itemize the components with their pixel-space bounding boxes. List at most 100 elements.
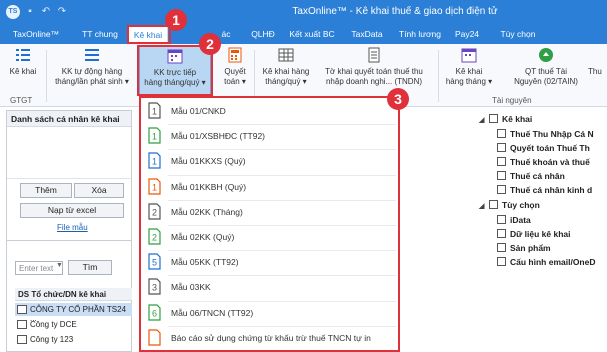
calculator-icon <box>228 47 242 63</box>
list-icon <box>16 49 30 61</box>
checkbox[interactable] <box>497 129 506 138</box>
menu-item-label: Mẫu 02KK (Quý) <box>171 232 235 242</box>
tree-node[interactable]: Quyết toán Thuế Th <box>497 143 590 153</box>
form-document-icon: 6 <box>148 303 161 321</box>
tab-tuy-chon[interactable]: Tùy chọn <box>496 25 540 44</box>
checkbox[interactable] <box>497 185 506 194</box>
org-name: Công ty 123 <box>30 335 74 344</box>
tree-node-ke-khai[interactable]: ◢ Kê khai <box>479 114 532 124</box>
individual-list[interactable] <box>7 127 131 179</box>
menu-item[interactable]: 2 Mẫu 02KK (Tháng) <box>141 201 398 225</box>
checkbox[interactable] <box>497 171 506 180</box>
app-logo-icon[interactable]: TS <box>6 5 20 19</box>
menu-item[interactable]: 2 Mẫu 02KK (Quý) <box>141 226 398 250</box>
tree-node[interactable]: Dữ liệu kê khai <box>497 229 570 239</box>
tree-node[interactable]: Sản phẩm <box>497 243 551 253</box>
tab-taxdata[interactable]: TaxData <box>346 25 388 44</box>
checkbox[interactable] <box>489 114 498 123</box>
org-row[interactable]: Công ty DCE <box>15 318 132 331</box>
form-document-icon: 1 <box>148 102 161 119</box>
ke-khai-hang-button[interactable]: Kê khai hàng tháng/quý ▾ <box>256 46 316 96</box>
org-row[interactable]: CÔNG TY CỔ PHẦN TS24 ... <box>15 303 132 323</box>
search-button[interactable]: Tìm <box>68 260 112 275</box>
tab-tt-chung[interactable]: TT chung <box>78 25 122 44</box>
tab-pay24[interactable]: Pay24 <box>452 25 482 44</box>
building-icon <box>17 335 27 344</box>
redo-icon[interactable]: ↷ <box>56 6 68 18</box>
menu-item[interactable]: 1 Mẫu 01KKBH (Quý) <box>141 176 398 200</box>
form-document-icon: 1 <box>148 127 161 144</box>
declaration-form-menu: 1 Mẫu 01/CNKD 1 Mẫu 01/XSBHĐC (TT92) 1 Mẫu 01… <box>139 96 400 352</box>
tree-node[interactable]: Thuế Thu Nhập Cá N <box>497 129 594 139</box>
menu-item[interactable]: 6 Mẫu 06/TNCN (TT92) <box>141 302 398 326</box>
delete-button[interactable]: Xóa <box>74 183 124 198</box>
category-tree: ◢ Kê khai Thuế Thu Nhập Cá N Quyết toán T… <box>477 112 607 352</box>
thu-label: Thu <box>588 67 602 76</box>
group-tai-nguyen: Tài nguyên <box>492 96 532 105</box>
leaf-icon <box>539 48 553 62</box>
checkbox[interactable] <box>497 243 506 252</box>
ribbon-tabs: TaxOnline™ TT chung Kê khai ác QLHĐ Kết … <box>0 25 607 44</box>
kk-tu-dong-button[interactable]: KK tự động hàng tháng/lần phát sinh ▾ <box>52 46 132 96</box>
tab-ket-xuat-bc[interactable]: Kết xuất BC <box>286 25 338 44</box>
form-document-icon: 1 <box>148 177 161 195</box>
tree-label: Thuế khoán và thuế <box>510 157 590 167</box>
sample-file-link[interactable]: File mẫu <box>57 223 88 232</box>
checkbox[interactable] <box>497 257 506 266</box>
form-number-label: 5 <box>152 258 157 268</box>
tree-node[interactable]: Thuế cá nhân <box>497 171 565 181</box>
form-document-icon <box>148 329 161 346</box>
ke-khai-button[interactable]: Kê khai <box>4 46 42 96</box>
form-number-label: 2 <box>152 207 157 217</box>
menu-item-label: Mẫu 03KK <box>171 282 211 293</box>
menu-item[interactable]: 1 Mẫu 01KKXS (Quý) <box>141 150 398 174</box>
form-document-icon: 2 <box>148 203 161 220</box>
title-bar: TS ▪ ↶ ↷ TaxOnline™ - Kê khai thuế & gia… <box>0 0 607 25</box>
qt-thue-tai-nguyen-button[interactable]: QT thuế Tài Nguyên (02/TAIN) <box>508 46 584 96</box>
quyet-toan-button[interactable]: Quyết toán ▾ <box>218 46 252 96</box>
tree-node[interactable]: Thuế cá nhân kinh d <box>497 185 592 195</box>
form-document-icon: 5 <box>148 253 161 270</box>
tree-node[interactable]: Thuế khoán và thuế <box>497 157 590 167</box>
checkbox[interactable] <box>497 215 506 224</box>
org-row[interactable]: Công ty 123 <box>15 333 132 346</box>
form-number-label: 6 <box>152 308 157 318</box>
to-khai-quyet-toan-button[interactable]: Tờ khai quyết toán thuế thu nhập doanh n… <box>318 46 430 96</box>
menu-item-label: Mẫu 02KK (Tháng) <box>171 206 243 217</box>
checkbox[interactable] <box>497 157 506 166</box>
checkbox[interactable] <box>497 143 506 152</box>
individual-list-header: Danh sách cá nhân kê khai <box>7 111 131 127</box>
tree-label: Dữ liệu kê khai <box>510 229 571 239</box>
import-excel-button[interactable]: Nạp từ excel <box>20 203 124 218</box>
checkbox[interactable] <box>497 229 506 238</box>
tree-node[interactable]: Cấu hình email/OneD <box>497 257 596 267</box>
menu-item[interactable]: 3 Mẫu 03KK <box>141 276 398 300</box>
collapse-icon[interactable]: ◢ <box>479 116 487 124</box>
undo-icon[interactable]: ↶ <box>40 6 52 18</box>
tree-node[interactable]: iData <box>497 215 531 225</box>
menu-item-label: Mẫu 01KKBH (Quý) <box>171 181 247 192</box>
kk-hang-thang-button[interactable]: Kê khai hàng tháng ▾ <box>444 46 494 96</box>
add-button[interactable]: Thêm <box>20 183 72 198</box>
menu-item-label: Mẫu 01/XSBHĐC (TT92) <box>171 131 265 142</box>
thu-button-cut[interactable]: Thu <box>588 46 607 96</box>
save-icon[interactable]: ▪ <box>24 6 36 18</box>
group-gtgt: GTGT <box>10 96 33 105</box>
ribbon-separator <box>254 50 255 102</box>
menu-item[interactable]: 1 Mẫu 01/XSBHĐC (TT92) <box>141 125 398 149</box>
tree-node-tuy-chon[interactable]: ◢ Tùy chọn <box>479 200 540 210</box>
table-icon <box>278 48 294 62</box>
checkbox[interactable] <box>489 200 498 209</box>
form-number-label: 1 <box>152 132 157 142</box>
tree-label: Thuế cá nhân kinh d <box>510 185 593 195</box>
tree-label: Kê khai <box>502 114 533 124</box>
tab-taxonline[interactable]: TaxOnline™ <box>8 25 64 44</box>
tab-tinh-luong[interactable]: Tính lương <box>396 25 444 44</box>
tab-qlhd[interactable]: QLHĐ <box>248 25 278 44</box>
menu-item[interactable]: Báo cáo sử dụng chứng từ khấu trừ thuế T… <box>141 327 398 351</box>
menu-item[interactable]: 5 Mẫu 05KK (TT92) <box>141 251 398 275</box>
chevron-down-icon[interactable]: ▼ <box>56 262 63 269</box>
collapse-icon[interactable]: ◢ <box>479 202 487 210</box>
menu-item[interactable]: 1 Mẫu 01/CNKD <box>141 100 398 124</box>
ribbon-separator <box>438 50 439 102</box>
